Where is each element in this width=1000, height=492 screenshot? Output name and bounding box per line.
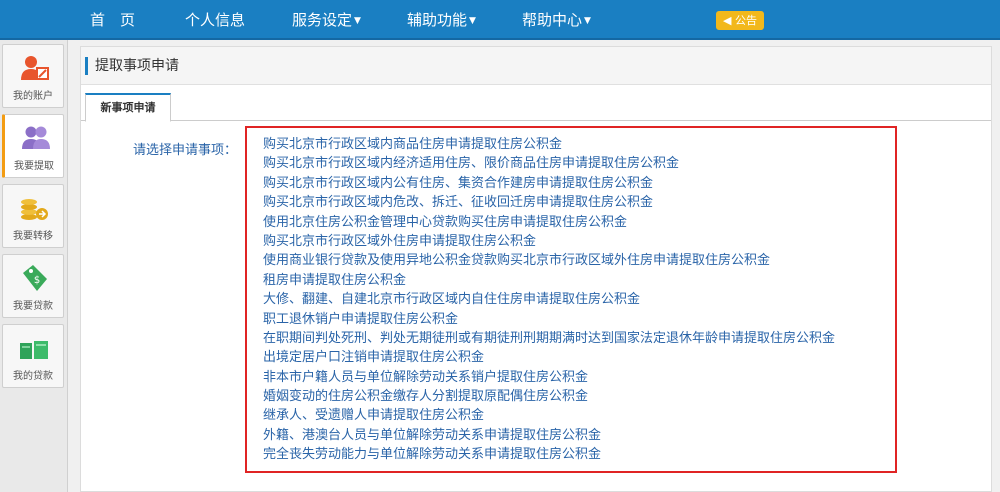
transfer-icon (21, 199, 48, 220)
my-loan-icon (20, 341, 48, 359)
page-header: 提取事项申请 (81, 47, 991, 85)
application-option-link[interactable]: 购买北京市行政区域外住房申请提取住房公积金 (263, 232, 835, 251)
top-navigation-bar: 首 页 个人信息 服务设定 ▼ 辅助功能 ▼ 帮助中心 ▼ ◀ 公告 (0, 0, 1000, 40)
nav-help-center[interactable]: 帮助中心 ▼ (522, 0, 591, 40)
application-option-link[interactable]: 出境定居户口注销申请提取住房公积金 (263, 348, 835, 367)
application-option-link[interactable]: 购买北京市行政区域内商品住房申请提取住房公积金 (263, 135, 835, 154)
sidebar-item-label: 我的账户 (13, 91, 53, 102)
withdraw-icon (22, 126, 50, 149)
sidebar-item-label: 我要转移 (13, 231, 53, 242)
select-item-label: 请选择申请事项： (133, 143, 238, 158)
sidebar-item-label: 我要提取 (14, 161, 54, 172)
application-option-link[interactable]: 非本市户籍人员与单位解除劳动关系销户提取住房公积金 (263, 368, 835, 387)
application-option-link[interactable]: 在职期间判处死刑、判处无期徒刑或有期徒刑刑期期满时达到国家法定退休年龄申请提取住… (263, 329, 835, 348)
application-option-link[interactable]: 婚姻变动的住房公积金缴存人分割提取原配偶住房公积金 (263, 387, 835, 406)
nav-auxiliary-functions[interactable]: 辅助功能 ▼ (407, 0, 476, 40)
account-icon (21, 56, 49, 80)
application-option-link[interactable]: 租房申请提取住房公积金 (263, 271, 835, 290)
nav-personal-info[interactable]: 个人信息 (185, 0, 245, 40)
application-option-link[interactable]: 继承人、受遗赠人申请提取住房公积金 (263, 406, 835, 425)
chevron-down-icon: ▼ (469, 15, 476, 26)
application-option-link[interactable]: 职工退休销户申请提取住房公积金 (263, 310, 835, 329)
application-option-link[interactable]: 完全丧失劳动能力与单位解除劳动关系申请提取住房公积金 (263, 445, 835, 464)
notice-button[interactable]: ◀ 公告 (716, 11, 764, 30)
chevron-down-icon: ▼ (354, 15, 361, 26)
sidebar-item-transfer[interactable]: 我要转移 (2, 184, 64, 248)
application-options-box: 购买北京市行政区域内商品住房申请提取住房公积金 购买北京市行政区域内经济适用住房、… (245, 126, 897, 473)
nav-service-settings[interactable]: 服务设定 ▼ (292, 0, 361, 40)
sidebar-item-label: 我要贷款 (13, 301, 53, 312)
application-option-link[interactable]: 外籍、港澳台人员与单位解除劳动关系申请提取住房公积金 (263, 426, 835, 445)
sidebar-item-my-account[interactable]: 我的账户 (2, 44, 64, 108)
loan-icon: $ (23, 265, 47, 291)
application-option-link[interactable]: 使用商业银行贷款及使用异地公积金贷款购买北京市行政区域外住房申请提取住房公积金 (263, 251, 835, 270)
sidebar: 我的账户 我要提取 我要转移 $ 我要贷款 我的贷款 (0, 40, 68, 492)
svg-text:$: $ (34, 275, 40, 286)
tab-new-application[interactable]: 新事项申请 (85, 93, 171, 122)
sidebar-item-label: 我的贷款 (13, 371, 53, 382)
application-option-link[interactable]: 使用北京住房公积金管理中心贷款购买住房申请提取住房公积金 (263, 213, 835, 232)
title-accent-bar (85, 57, 88, 75)
main-panel: 提取事项申请 新事项申请 请选择申请事项： 购买北京市行政区域内商品住房申请提取… (80, 46, 992, 492)
chevron-down-icon: ▼ (584, 15, 591, 26)
application-option-link[interactable]: 购买北京市行政区域内经济适用住房、限价商品住房申请提取住房公积金 (263, 154, 835, 173)
application-option-link[interactable]: 购买北京市行政区域内公有住房、集资合作建房申请提取住房公积金 (263, 174, 835, 193)
application-option-link[interactable]: 大修、翻建、自建北京市行政区域内自住住房申请提取住房公积金 (263, 290, 835, 309)
sidebar-item-my-loan[interactable]: 我的贷款 (2, 324, 64, 388)
sidebar-item-loan[interactable]: $ 我要贷款 (2, 254, 64, 318)
application-option-link[interactable]: 购买北京市行政区域内危改、拆迁、征收回迁房申请提取住房公积金 (263, 193, 835, 212)
nav-home[interactable]: 首 页 (90, 0, 135, 40)
tab-bar: 新事项申请 (81, 93, 991, 122)
page-title: 提取事项申请 (95, 58, 179, 74)
application-option-list: 购买北京市行政区域内商品住房申请提取住房公积金 购买北京市行政区域内经济适用住房、… (263, 135, 835, 465)
sidebar-item-withdraw[interactable]: 我要提取 (2, 114, 64, 178)
